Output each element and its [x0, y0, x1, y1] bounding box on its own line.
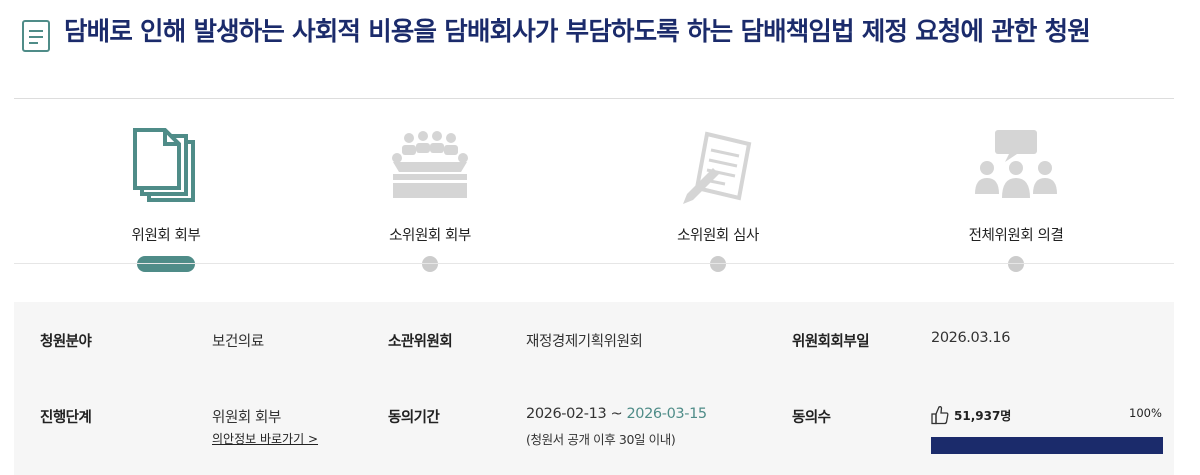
- meeting-icon: [392, 131, 468, 198]
- thumbs-up-icon: [931, 406, 949, 425]
- referral-date-value: 2026.03.16: [931, 330, 1011, 346]
- step-plenary-resolution: 전체위원회 의결: [886, 100, 1146, 290]
- step-label: 위원회 회부: [131, 228, 201, 244]
- agree-count-wrap: 51,937명: [931, 405, 1011, 425]
- agree-progress-fill: [931, 437, 1163, 454]
- step-subcommittee-review: 소위원회 심사: [588, 100, 848, 290]
- step-indicator: [710, 256, 726, 272]
- documents-icon: [133, 128, 195, 202]
- document-icon: [22, 20, 50, 52]
- field-label: 청원분야: [40, 334, 92, 350]
- step-label: 소위원회 심사: [677, 228, 759, 244]
- period-start: 2026-02-13 ~: [526, 406, 623, 422]
- step-subcommittee-referral: 소위원회 회부: [300, 100, 560, 290]
- period-range: 2026-02-13 ~ 2026-03-15: [526, 406, 707, 422]
- bill-info-link[interactable]: 의안정보 바로가기 >: [212, 428, 318, 447]
- title-divider: [14, 98, 1174, 99]
- step-label: 소위원회 회부: [389, 228, 471, 244]
- referral-date-label: 위원회회부일: [792, 334, 870, 350]
- petition-header: 담배로 인해 발생하는 사회적 비용을 담배회사가 부담하도록 하는 담배책임법…: [22, 14, 1162, 52]
- step-indicator: [1008, 256, 1024, 272]
- committee-value: 재정경제기획위원회: [526, 334, 643, 350]
- stage-label: 진행단계: [40, 410, 92, 426]
- review-icon: [683, 131, 752, 204]
- step-committee-referral: 위원회 회부: [36, 100, 296, 290]
- agree-progress-bar: [931, 437, 1163, 454]
- period-note: (청원서 공개 이후 30일 이내): [526, 432, 676, 447]
- page-title: 담배로 인해 발생하는 사회적 비용을 담배회사가 부담하도록 하는 담배책임법…: [64, 17, 1091, 47]
- progress-steps: 위원회 회부 소위원회 회부 소위원회 심사 전체위원회 의결: [14, 100, 1174, 290]
- step-indicator-active: [137, 256, 195, 272]
- stage-value: 위원회 회부: [212, 410, 281, 426]
- bill-info-link-label[interactable]: 의안정보 바로가기 >: [212, 432, 318, 446]
- discussion-icon: [975, 130, 1057, 198]
- period-label: 동의기간: [388, 410, 440, 426]
- agree-count: 51,937명: [954, 408, 1012, 423]
- step-indicator: [422, 256, 438, 272]
- petition-info-panel: 청원분야 보건의료 소관위원회 재정경제기획위원회 위원회회부일 2026.03…: [14, 302, 1174, 475]
- step-label: 전체위원회 의결: [968, 228, 1064, 244]
- agree-percent: 100%: [1129, 406, 1162, 420]
- field-value: 보건의료: [212, 334, 264, 350]
- agree-label: 동의수: [792, 410, 831, 426]
- committee-label: 소관위원회: [388, 334, 453, 350]
- period-end: 2026-03-15: [626, 406, 707, 422]
- steps-divider: [14, 263, 1174, 264]
